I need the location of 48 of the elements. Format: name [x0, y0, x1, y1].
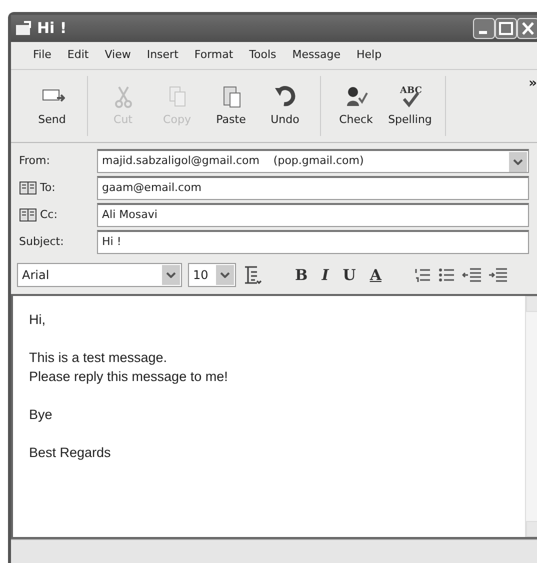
window-title: Hi !	[37, 18, 68, 40]
font-size-dropdown[interactable]: 10	[188, 263, 236, 287]
italic-button[interactable]: I	[318, 264, 333, 286]
minimize-icon	[473, 18, 495, 39]
from-dropdown[interactable]: majid.sabzaligol@gmail.com (pop.gmail.com)	[97, 149, 529, 173]
bold-button[interactable]: B	[291, 264, 312, 286]
address-book-icon	[19, 181, 37, 195]
menu-item[interactable]: Format	[186, 47, 242, 64]
bullet-list-icon	[438, 267, 456, 283]
menu-item[interactable]: View	[96, 47, 139, 64]
toolbar-button[interactable]: Check	[329, 70, 383, 142]
message-line: Hi,	[29, 311, 46, 329]
chevron-down-icon	[220, 272, 230, 278]
numbered-list-icon	[414, 267, 432, 283]
font-dropdown[interactable]: Arial	[17, 263, 182, 287]
toolbar-button[interactable]: Paste	[204, 70, 258, 142]
message-line: Please reply this message to me!	[29, 368, 229, 386]
field-label: Subject:	[19, 234, 64, 250]
address-field[interactable]: Ali Mosavi	[97, 203, 529, 227]
menu-item[interactable]: Tools	[241, 47, 284, 64]
toolbar-button[interactable]: Send	[25, 70, 79, 142]
menu-item[interactable]: Edit	[59, 47, 97, 64]
message-line: Best Regards	[29, 444, 112, 462]
field-label: From:	[19, 152, 50, 169]
address-book-icon	[19, 208, 37, 222]
underline-button[interactable]: U	[338, 264, 360, 286]
font-color-button[interactable]: A	[366, 264, 386, 286]
field-label: To:	[40, 180, 56, 196]
menu-item[interactable]: File	[25, 47, 60, 64]
message-line: This is a test message.	[29, 349, 168, 367]
undo-arrow-icon	[272, 84, 298, 108]
chevron-down-icon	[513, 158, 523, 164]
overflow-chevron[interactable]: »	[528, 74, 537, 94]
close-icon	[517, 18, 537, 39]
chevron-down-icon	[166, 272, 176, 278]
menu-item[interactable]: Message	[284, 47, 348, 64]
toolbar-button[interactable]: ABC Spelling	[383, 70, 437, 142]
decrease-indent-icon	[462, 267, 482, 283]
toolbar-button[interactable]: Undo	[258, 70, 312, 142]
message-line: Bye	[29, 406, 54, 424]
subject-field[interactable]: Hi !	[97, 230, 529, 254]
menu-item[interactable]: Insert	[138, 47, 186, 64]
increase-indent-icon	[488, 267, 508, 283]
address-field[interactable]: gaam@email.com	[97, 176, 529, 200]
menu-item[interactable]: Help	[348, 47, 390, 64]
maximize-icon	[495, 18, 517, 39]
field-label: Cc:	[40, 206, 58, 223]
paragraph-style-icon	[242, 265, 262, 285]
